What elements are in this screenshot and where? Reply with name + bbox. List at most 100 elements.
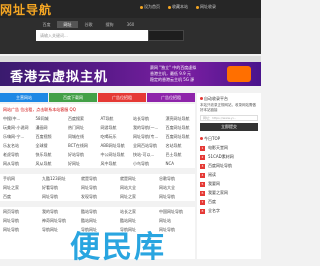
search-button[interactable]	[148, 30, 184, 41]
site-link[interactable]: 百度视频	[33, 134, 66, 140]
site-link[interactable]: AT导航	[98, 116, 131, 122]
site-link[interactable]: 名站导航	[163, 143, 196, 149]
top-list-item[interactable]: 4 阅读	[200, 170, 258, 179]
rank-badge: 3	[200, 163, 205, 169]
site-link[interactable]: 58同城	[33, 116, 66, 122]
site-link[interactable]: 我的导航	[39, 209, 78, 215]
site-link[interactable]: 百度网址导航	[163, 125, 196, 131]
site-grid-b: 手机网 九酷123网址 就是导航 就是网址 谷歌导航 网址之家 好看导航 网址导航 网站大全 网站…	[0, 174, 195, 201]
site-link[interactable]: 九酷123网址	[39, 176, 78, 182]
top-list-label: 我要网	[208, 181, 220, 186]
top-list-item[interactable]: 3 百度网址导航	[200, 161, 258, 170]
watermark-text: 便民库	[70, 230, 166, 265]
site-link[interactable]: 网站大全	[117, 185, 156, 191]
site-link[interactable]: 网址导航	[78, 185, 117, 191]
site-link[interactable]: 好站导航	[65, 152, 98, 158]
site-link[interactable]: 乐友名站	[0, 143, 33, 149]
site-link[interactable]: 巴士导航	[163, 152, 196, 158]
color-tab-1[interactable]: 主营网站	[0, 93, 48, 102]
site-link[interactable]: 中公网址导航	[98, 152, 131, 158]
site-link[interactable]: 网站大全	[156, 185, 195, 191]
site-link[interactable]: 站长之家	[117, 209, 156, 215]
site-link[interactable]: 热门网址	[65, 125, 98, 131]
search-tab-baidu[interactable]: 百度	[36, 21, 57, 28]
submit-title: 自动收录平台	[197, 93, 261, 103]
site-link[interactable]: 手机网	[0, 176, 39, 182]
site-link[interactable]: 网页导航	[0, 209, 39, 215]
submit-button[interactable]: 立即提交	[200, 123, 258, 131]
top-list-item[interactable]: 6 我要之家网	[200, 188, 258, 197]
site-link[interactable]: 快站-可以...	[130, 152, 163, 158]
top-link-submit[interactable]: 网址收录	[196, 4, 216, 10]
site-link[interactable]: 站长导航	[130, 116, 163, 122]
site-link[interactable]: 网址之家	[0, 185, 39, 191]
side-panel: 自动收录平台 本站只收录正规网站，收录网站需做好本站链接 网址：https://…	[197, 93, 261, 259]
search-tab-web[interactable]: 网址	[57, 21, 78, 28]
site-link[interactable]: 就是网址	[117, 176, 156, 182]
search-tab-360[interactable]: 360	[120, 21, 141, 28]
rank-badge: 6	[200, 190, 205, 196]
site-link[interactable]: 吃喝玩乐	[98, 134, 131, 140]
site-link[interactable]: 酷站导航	[78, 209, 117, 215]
site-link[interactable]: BCT在线网	[65, 143, 98, 149]
site-link[interactable]: 我的导航(一...	[130, 125, 163, 131]
site-link[interactable]: 发现导航	[78, 194, 117, 200]
search-tab-google[interactable]: 谷歌	[78, 21, 99, 28]
ad-banner[interactable]: 香港云虚拟主机 赛网 "独立" 中的百度虚拟 香港主机，最低 9.9 元 稳定的…	[0, 62, 261, 86]
site-link[interactable]: 百度搜索	[65, 116, 98, 122]
color-tab-2[interactable]: 百度下载网	[49, 93, 97, 102]
top-link-favorite[interactable]: 收藏本站	[168, 4, 188, 10]
site-link[interactable]: 网址导航(专...	[130, 134, 163, 140]
top-link-home[interactable]: 设为首页	[140, 4, 160, 10]
site-link[interactable]: 好网址	[65, 161, 98, 167]
site-link[interactable]: 网址导航	[0, 227, 39, 233]
site-link[interactable]: 网游导航	[98, 125, 131, 131]
site-link[interactable]: ABB网址导航	[98, 143, 131, 149]
site-link[interactable]: 网址导航	[0, 218, 39, 224]
site-link[interactable]: 漂亮网址导航	[163, 116, 196, 122]
color-tab-4[interactable]: 广告位招租	[147, 93, 195, 102]
color-tab-3[interactable]: 广告位招租	[98, 93, 146, 102]
submit-url-input[interactable]: 网址：https://www.yi...	[200, 115, 258, 121]
site-link[interactable]: 老虎导航	[0, 152, 33, 158]
top-list-item[interactable]: 1 电影天堂网	[200, 143, 258, 152]
top-list-item[interactable]: 7 百度	[200, 197, 258, 206]
top-list-label: 51CAD素材网	[208, 154, 234, 159]
site-link[interactable]: 谷歌导航	[156, 176, 195, 182]
top-list-item[interactable]: 5 我要网	[200, 179, 258, 188]
site-link[interactable]: 百度	[0, 194, 39, 200]
table-row: 网从导航 风从导航 好网址 风中导航 小鸟导航 NCA	[0, 159, 195, 168]
dot-icon	[196, 5, 199, 9]
site-link[interactable]: 就是导航	[78, 176, 117, 182]
top-list: 1 电影天堂网 2 51CAD素材网 3 百度网址导航 4 阅读 5 我要网 6 我要之家网 7 百度 8 全…	[197, 143, 261, 215]
top-list-item[interactable]: 2 51CAD素材网	[200, 152, 258, 161]
site-link[interactable]: 中搜(中...	[0, 116, 33, 122]
search-input[interactable]: 请输入关键词...	[36, 30, 148, 41]
site-link[interactable]: 全网百站导航	[130, 143, 163, 149]
dot-icon	[140, 5, 143, 9]
site-link[interactable]: 百度网址导航	[163, 134, 196, 140]
top-bar: 网址导航 设为首页 收藏本站 网址收录	[0, 0, 261, 18]
table-row: 老虎导航 快乐导航 好站导航 中公网址导航 快站-可以... 巴士导航	[0, 150, 195, 159]
search-tab-sogou[interactable]: 搜狗	[99, 21, 120, 28]
site-link[interactable]: 网址导航	[156, 194, 195, 200]
table-row: 百度 网址导航 发现导航 网址之家 网址导航	[0, 192, 195, 201]
site-link[interactable]: NCA	[163, 161, 196, 166]
site-link[interactable]: 网从导航	[0, 161, 33, 167]
site-link[interactable]: 全球搜	[33, 143, 66, 149]
site-link[interactable]: 同城在线	[65, 134, 98, 140]
site-link[interactable]: 网址导航	[39, 194, 78, 200]
site-link[interactable]: 漫画网	[33, 125, 66, 131]
site-logo[interactable]: 网址导航	[0, 1, 52, 17]
site-link[interactable]: 中国网址导航	[156, 209, 195, 215]
top-list-label: 全名字	[208, 208, 220, 213]
site-link[interactable]: 快乐导航	[33, 152, 66, 158]
site-link[interactable]: 玩美网-小说网	[0, 125, 33, 131]
site-link[interactable]: 小鸟导航	[130, 161, 163, 167]
top-list-item[interactable]: 8 全名字	[200, 206, 258, 215]
site-link[interactable]: 乐嗨网-宁...	[0, 134, 33, 140]
site-link[interactable]: 风从导航	[33, 161, 66, 167]
site-link[interactable]: 好看导航	[39, 185, 78, 191]
site-link[interactable]: 网址之家	[117, 194, 156, 200]
site-link[interactable]: 风中导航	[98, 161, 131, 167]
